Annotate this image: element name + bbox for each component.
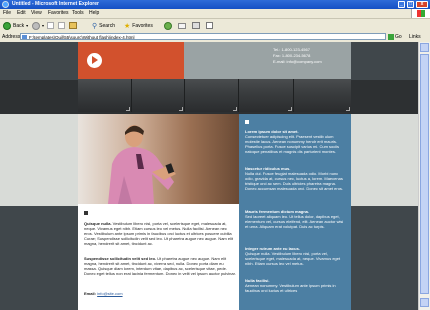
windows-logo-icon bbox=[417, 10, 425, 17]
stop-icon bbox=[47, 22, 54, 29]
links-label[interactable]: Links bbox=[409, 34, 421, 40]
nav-item[interactable] bbox=[78, 79, 132, 112]
contact-tel: Tel.: 1-800-123-4567 bbox=[273, 47, 310, 52]
document-icon bbox=[206, 22, 213, 29]
contact-fax: Fax: 1-800-234-5678 bbox=[273, 53, 311, 58]
corner-icon bbox=[179, 107, 183, 111]
refresh-button[interactable] bbox=[58, 21, 65, 30]
contact-email: E-mail: info@company.com bbox=[273, 59, 322, 64]
main-paragraph-2: Suspendisse sollicitudin velit sed leo. … bbox=[84, 256, 236, 276]
window-title: Untitled - Microsoft Internet Explorer bbox=[12, 1, 99, 7]
hero-photo bbox=[78, 114, 239, 204]
nav-item[interactable] bbox=[239, 79, 294, 112]
menu-help[interactable]: Help bbox=[89, 10, 99, 17]
chevron-down-icon: ▾ bbox=[26, 23, 29, 28]
menu-view[interactable]: View bbox=[31, 10, 42, 17]
sidebar: Lorem ipsum dolor sit amet. Consectetuer… bbox=[239, 114, 351, 310]
sidebar-section: Lorem ipsum dolor sit amet. Consectetuer… bbox=[245, 129, 347, 154]
search-label: Search bbox=[99, 22, 115, 29]
email-line: Email: info@site.com bbox=[84, 291, 236, 296]
sidebar-section: Nascetur ridiculus mus. Nulla dui. Fusce… bbox=[245, 166, 347, 191]
page-viewport: Tel.: 1-800-123-4567 Fax: 1-800-234-5678… bbox=[0, 42, 430, 310]
menu-file[interactable]: File bbox=[3, 10, 11, 17]
search-icon: ⚲ bbox=[92, 22, 98, 30]
menu-bar: File Edit View Favorites Tools Help bbox=[0, 9, 430, 19]
history-button[interactable] bbox=[164, 21, 172, 30]
vertical-scrollbar[interactable] bbox=[418, 42, 430, 310]
sidebar-section: Integer rutrum ante eu lacus. Quisque nu… bbox=[245, 246, 347, 266]
email-link[interactable]: info@site.com bbox=[97, 291, 122, 296]
main-paragraph-1: Quisque nulla. Vestibulum libero nisl, p… bbox=[84, 221, 236, 246]
back-button[interactable]: Back ▾ bbox=[3, 21, 28, 30]
square-bullet-icon bbox=[84, 211, 88, 215]
home-button[interactable] bbox=[69, 21, 77, 30]
search-button[interactable]: ⚲ Search bbox=[92, 21, 115, 30]
page-icon bbox=[22, 35, 27, 39]
address-label: Address bbox=[2, 34, 21, 40]
corner-icon bbox=[126, 107, 130, 111]
square-bullet-icon bbox=[245, 120, 249, 124]
email-label: Email: bbox=[84, 291, 97, 296]
back-label: Back bbox=[13, 22, 25, 29]
home-icon bbox=[69, 22, 77, 29]
man-with-phone-illustration bbox=[108, 125, 176, 204]
sidebar-section: Mauris fermentum dictum magna. Sed laore… bbox=[245, 209, 347, 229]
mail-button[interactable] bbox=[178, 21, 186, 30]
corner-icon bbox=[346, 107, 350, 111]
maximize-button[interactable]: □ bbox=[407, 1, 414, 8]
scroll-up-icon[interactable] bbox=[420, 43, 429, 52]
sidebar-section-body: Aenean nonummy. Vestibulum ante ipsum pr… bbox=[245, 283, 336, 293]
chevron-down-icon: ▾ bbox=[42, 23, 45, 28]
toolbar: Back ▾ ▾ ⚲ Search ★ Favorites bbox=[0, 19, 430, 33]
corner-icon bbox=[288, 107, 292, 111]
go-label: Go bbox=[395, 34, 402, 40]
windows-throbber bbox=[411, 9, 430, 18]
sidebar-section-body: Consectetuer adipiscing elit. Praesent v… bbox=[245, 134, 340, 154]
minimize-button[interactable]: _ bbox=[398, 1, 405, 8]
refresh-icon bbox=[58, 22, 65, 29]
contact-header: Tel.: 1-800-123-4567 Fax: 1-800-234-5678… bbox=[184, 42, 351, 79]
favorites-button[interactable]: ★ Favorites bbox=[124, 21, 153, 30]
print-button[interactable] bbox=[192, 21, 200, 30]
menu-tools[interactable]: Tools bbox=[72, 10, 84, 17]
sidebar-section-body: Sed laoreet aliquam leo. Ut tellus dolor… bbox=[245, 214, 344, 229]
favorites-label: Favorites bbox=[132, 22, 153, 29]
play-logo-icon bbox=[87, 53, 102, 68]
close-button[interactable]: x bbox=[416, 1, 428, 8]
nav-item[interactable] bbox=[132, 79, 185, 112]
sidebar-section-body: Quisque nulla. Vestibulum libero nisl, p… bbox=[245, 251, 341, 266]
forward-arrow-icon bbox=[32, 21, 40, 30]
history-icon bbox=[164, 21, 172, 30]
scrollbar-thumb[interactable] bbox=[420, 54, 429, 294]
star-icon: ★ bbox=[124, 22, 131, 30]
menu-favorites[interactable]: Favorites bbox=[48, 10, 69, 17]
menu-edit[interactable]: Edit bbox=[17, 10, 26, 17]
stop-button[interactable] bbox=[47, 21, 54, 30]
nav-item[interactable] bbox=[185, 79, 239, 112]
go-button[interactable]: Go bbox=[388, 33, 406, 41]
corner-icon bbox=[233, 107, 237, 111]
main-content: Quisque nulla. Vestibulum libero nisl, p… bbox=[78, 204, 239, 310]
printer-icon bbox=[192, 22, 200, 29]
ie-logo-icon bbox=[2, 1, 9, 8]
nav-bar bbox=[78, 79, 351, 112]
nav-item[interactable] bbox=[294, 79, 351, 112]
address-value: F:\templates\Quil\55\sourc\Without flash… bbox=[29, 35, 135, 40]
forward-button[interactable]: ▾ bbox=[32, 21, 44, 30]
back-arrow-icon bbox=[3, 21, 11, 30]
go-arrow-icon bbox=[388, 34, 394, 40]
window-titlebar: Untitled - Microsoft Internet Explorer _… bbox=[0, 0, 430, 9]
sidebar-section-body: Nulla dui. Fusce feugiat malesuada odio.… bbox=[245, 171, 344, 191]
site-container: Tel.: 1-800-123-4567 Fax: 1-800-234-5678… bbox=[78, 42, 351, 310]
mail-icon bbox=[178, 22, 186, 29]
scroll-down-icon[interactable] bbox=[420, 298, 429, 307]
logo-area[interactable] bbox=[78, 42, 184, 79]
sidebar-section: Nulla facilisi. Aenean nonummy. Vestibul… bbox=[245, 278, 347, 293]
address-input[interactable]: F:\templates\Quil\55\sourc\Without flash… bbox=[20, 33, 386, 40]
edit-button[interactable] bbox=[206, 21, 213, 30]
